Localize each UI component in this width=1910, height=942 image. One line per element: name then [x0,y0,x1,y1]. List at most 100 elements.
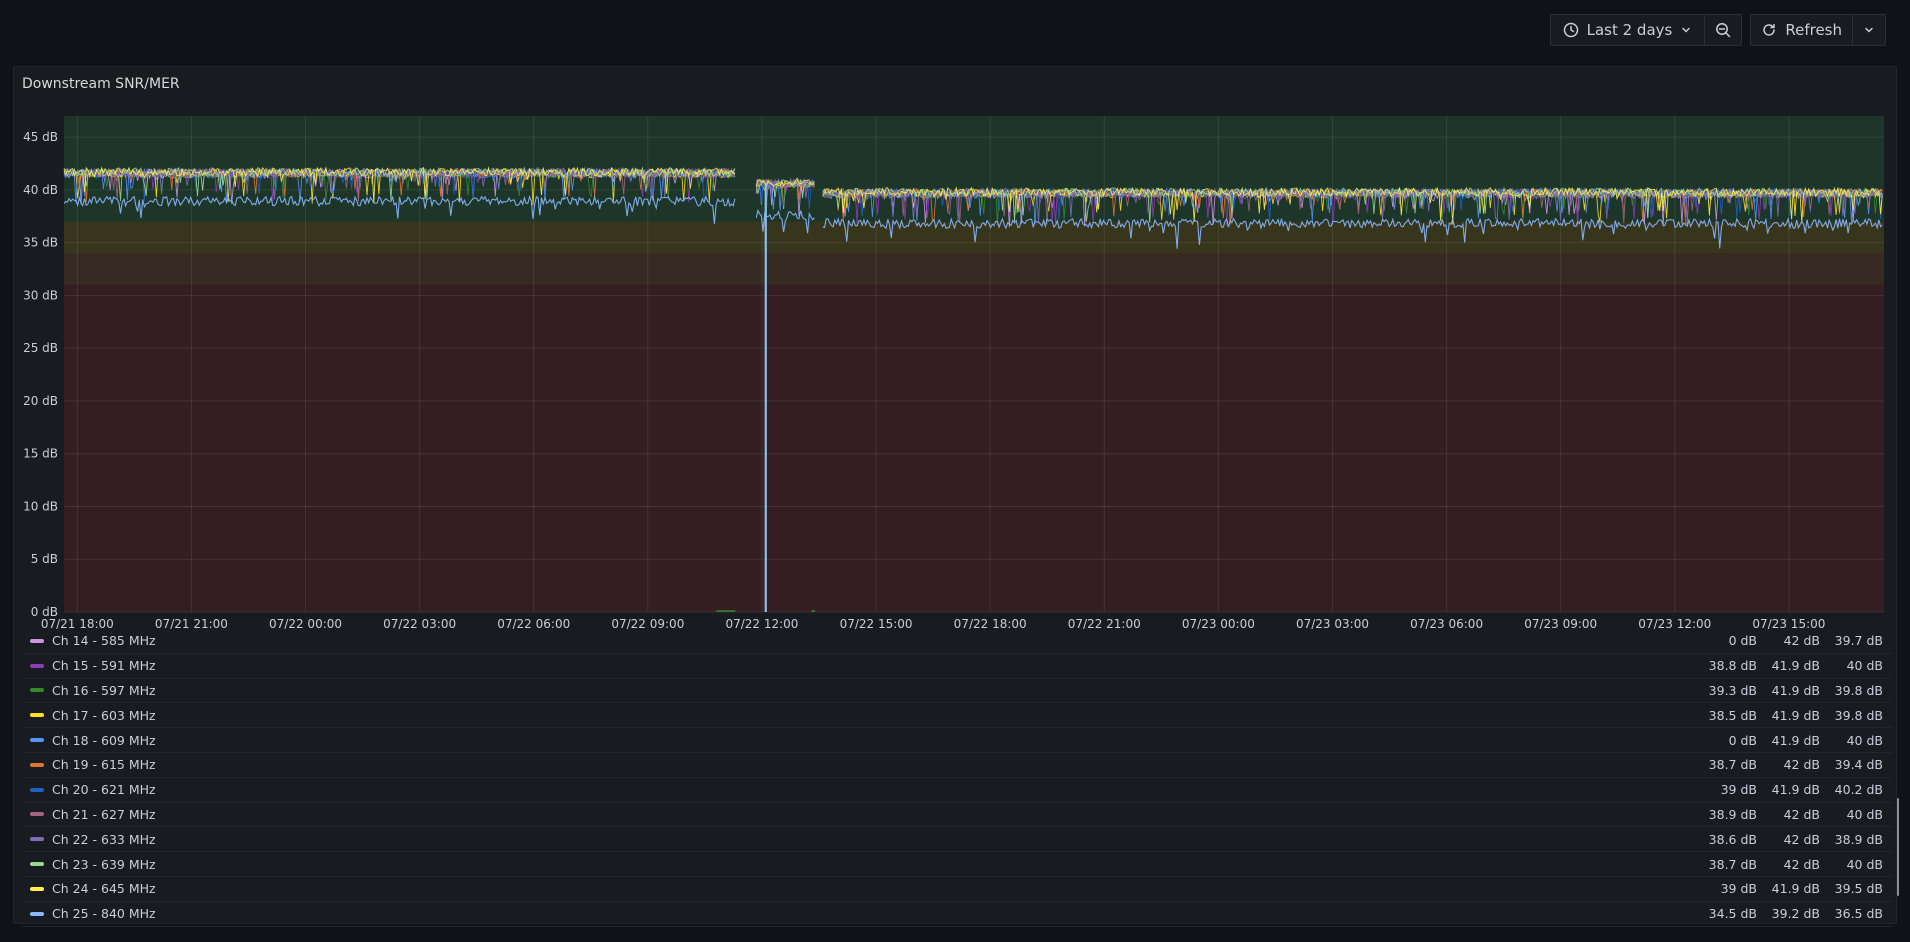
legend-row[interactable]: Ch 23 - 639 MHz 38.7 dB 42 dB 40 dB [22,852,1892,877]
legend-series-name[interactable]: Ch 25 - 840 MHz [52,906,1694,921]
legend-mean-value: 36.5 dB [1834,906,1883,922]
legend-swatch [30,837,44,842]
legend-mean-value: 40 dB [1846,732,1883,748]
legend-series-name[interactable]: Ch 19 - 615 MHz [52,757,1694,772]
x-tick-label: 07/23 09:00 [1524,617,1597,629]
legend-swatch [30,812,44,817]
legend-max-value: 41.9 dB [1771,782,1820,798]
refresh-button[interactable]: Refresh [1751,15,1852,45]
y-tick-label: 30 dB [23,288,58,302]
legend-max-value: 42 dB [1783,757,1820,773]
legend-row[interactable]: Ch 16 - 597 MHz 39.3 dB 41.9 dB 39.8 dB [22,679,1892,704]
legend-max-value: 42 dB [1783,831,1820,847]
legend-series-name[interactable]: Ch 15 - 591 MHz [52,658,1694,673]
legend-mean-value: 39.8 dB [1834,682,1883,698]
legend-mean-value: 40.2 dB [1834,782,1883,798]
legend-series-name[interactable]: Ch 18 - 609 MHz [52,733,1694,748]
y-tick-label: 25 dB [23,341,58,355]
threshold-band-orange [64,253,1884,285]
x-tick-label: 07/23 00:00 [1182,617,1255,629]
x-tick-label: 07/23 12:00 [1638,617,1711,629]
legend-min-value: 39 dB [1720,782,1757,798]
legend-row[interactable]: Ch 18 - 609 MHz 0 dB 41.9 dB 40 dB [22,728,1892,753]
zoom-out-icon [1715,22,1731,38]
legend-min-value: 0 dB [1728,732,1757,748]
legend-max-value: 42 dB [1783,856,1820,872]
chevron-down-icon [1680,24,1692,36]
x-tick-label: 07/22 09:00 [611,617,684,629]
legend-min-value: 38.7 dB [1708,856,1757,872]
y-tick-label: 45 dB [23,130,58,144]
time-range-label: Last 2 days [1586,21,1673,39]
legend-row[interactable]: Ch 19 - 615 MHz 38.7 dB 42 dB 39.4 dB [22,753,1892,778]
legend-mean-value: 40 dB [1846,856,1883,872]
legend-scrollbar[interactable] [1897,798,1899,896]
legend-row[interactable]: Ch 20 - 621 MHz 39 dB 41.9 dB 40.2 dB [22,778,1892,803]
x-tick-label: 07/22 12:00 [725,617,798,629]
legend-min-value: 39 dB [1720,881,1757,897]
legend-min-value: 38.9 dB [1708,806,1757,822]
legend-swatch [30,688,44,693]
x-tick-label: 07/22 18:00 [954,617,1027,629]
y-tick-label: 35 dB [23,236,58,250]
legend-swatch [30,762,44,767]
y-tick-label: 5 dB [31,552,58,566]
legend-row[interactable]: Ch 21 - 627 MHz 38.9 dB 42 dB 40 dB [22,803,1892,828]
legend-mean-value: 39.8 dB [1834,707,1883,723]
legend-row[interactable]: Ch 17 - 603 MHz 38.5 dB 41.9 dB 39.8 dB [22,703,1892,729]
legend-min-value: 38.5 dB [1708,707,1757,723]
legend-series-name[interactable]: Ch 23 - 639 MHz [52,857,1694,872]
legend-series-name[interactable]: Ch 24 - 645 MHz [52,881,1694,896]
legend-row[interactable]: Ch 22 - 633 MHz 38.6 dB 42 dB 38.9 dB [22,827,1892,853]
snr-panel: Downstream SNR/MER 0 dB 5 dB 10 dB 15 dB 20 … [13,66,1899,927]
legend-row[interactable]: Ch 25 - 840 MHz 34.5 dB 39.2 dB 36.5 dB [22,902,1892,927]
x-tick-label: 07/22 21:00 [1068,617,1141,629]
legend-swatch [30,911,44,916]
legend-min-value: 38.8 dB [1708,658,1757,674]
y-tick-label: 10 dB [23,499,58,513]
legend-row[interactable]: Ch 15 - 591 MHz 38.8 dB 41.9 dB 40 dB [22,654,1892,679]
legend-mean-value: 40 dB [1846,806,1883,822]
legend-min-value: 0 dB [1728,633,1757,649]
x-tick-label: 07/22 00:00 [269,617,342,629]
time-controls: Last 2 days [1549,14,1743,46]
chart-legend: Ch 14 - 585 MHz 0 dB 42 dB 39.7 dB Ch 15 - 5… [22,629,1892,927]
legend-mean-value: 39.5 dB [1834,881,1883,897]
snr-time-series-chart[interactable]: 0 dB5 dB10 dB15 dB20 dB25 dB30 dB35 dB40… [14,67,1898,629]
x-tick-label: 07/23 06:00 [1410,617,1483,629]
legend-series-name[interactable]: Ch 21 - 627 MHz [52,807,1694,822]
x-tick-label: 07/23 03:00 [1296,617,1369,629]
legend-swatch [30,713,44,718]
legend-mean-value: 39.7 dB [1834,633,1883,649]
zoom-out-button[interactable] [1704,15,1741,45]
legend-series-name[interactable]: Ch 14 - 585 MHz [52,633,1694,648]
refresh-interval-picker[interactable] [1852,15,1885,45]
threshold-band-red [64,284,1884,612]
legend-row[interactable]: Ch 24 - 645 MHz 39 dB 41.9 dB 39.5 dB [22,877,1892,902]
x-tick-label: 07/22 15:00 [840,617,913,629]
legend-row[interactable]: Ch 14 - 585 MHz 0 dB 42 dB 39.7 dB [22,629,1892,654]
legend-min-value: 38.7 dB [1708,757,1757,773]
legend-min-value: 38.6 dB [1708,831,1757,847]
y-tick-label: 20 dB [23,394,58,408]
legend-max-value: 39.2 dB [1771,906,1820,922]
legend-max-value: 41.9 dB [1771,658,1820,674]
time-range-picker[interactable]: Last 2 days [1551,15,1705,45]
legend-series-name[interactable]: Ch 17 - 603 MHz [52,708,1694,723]
legend-min-value: 34.5 dB [1708,906,1757,922]
refresh-controls: Refresh [1750,14,1886,46]
legend-series-name[interactable]: Ch 16 - 597 MHz [52,683,1694,698]
legend-max-value: 41.9 dB [1771,881,1820,897]
legend-swatch [30,787,44,792]
threshold-band-green [64,116,1884,222]
legend-min-value: 39.3 dB [1708,682,1757,698]
legend-series-name[interactable]: Ch 22 - 633 MHz [52,832,1694,847]
legend-max-value: 41.9 dB [1771,707,1820,723]
legend-swatch [30,738,44,743]
clock-icon [1563,22,1579,38]
x-tick-label: 07/22 03:00 [383,617,456,629]
dashboard-toolbar: Last 2 days Refresh [1549,14,1886,46]
legend-series-name[interactable]: Ch 20 - 621 MHz [52,782,1694,797]
legend-mean-value: 38.9 dB [1834,831,1883,847]
x-tick-label: 07/21 21:00 [155,617,228,629]
